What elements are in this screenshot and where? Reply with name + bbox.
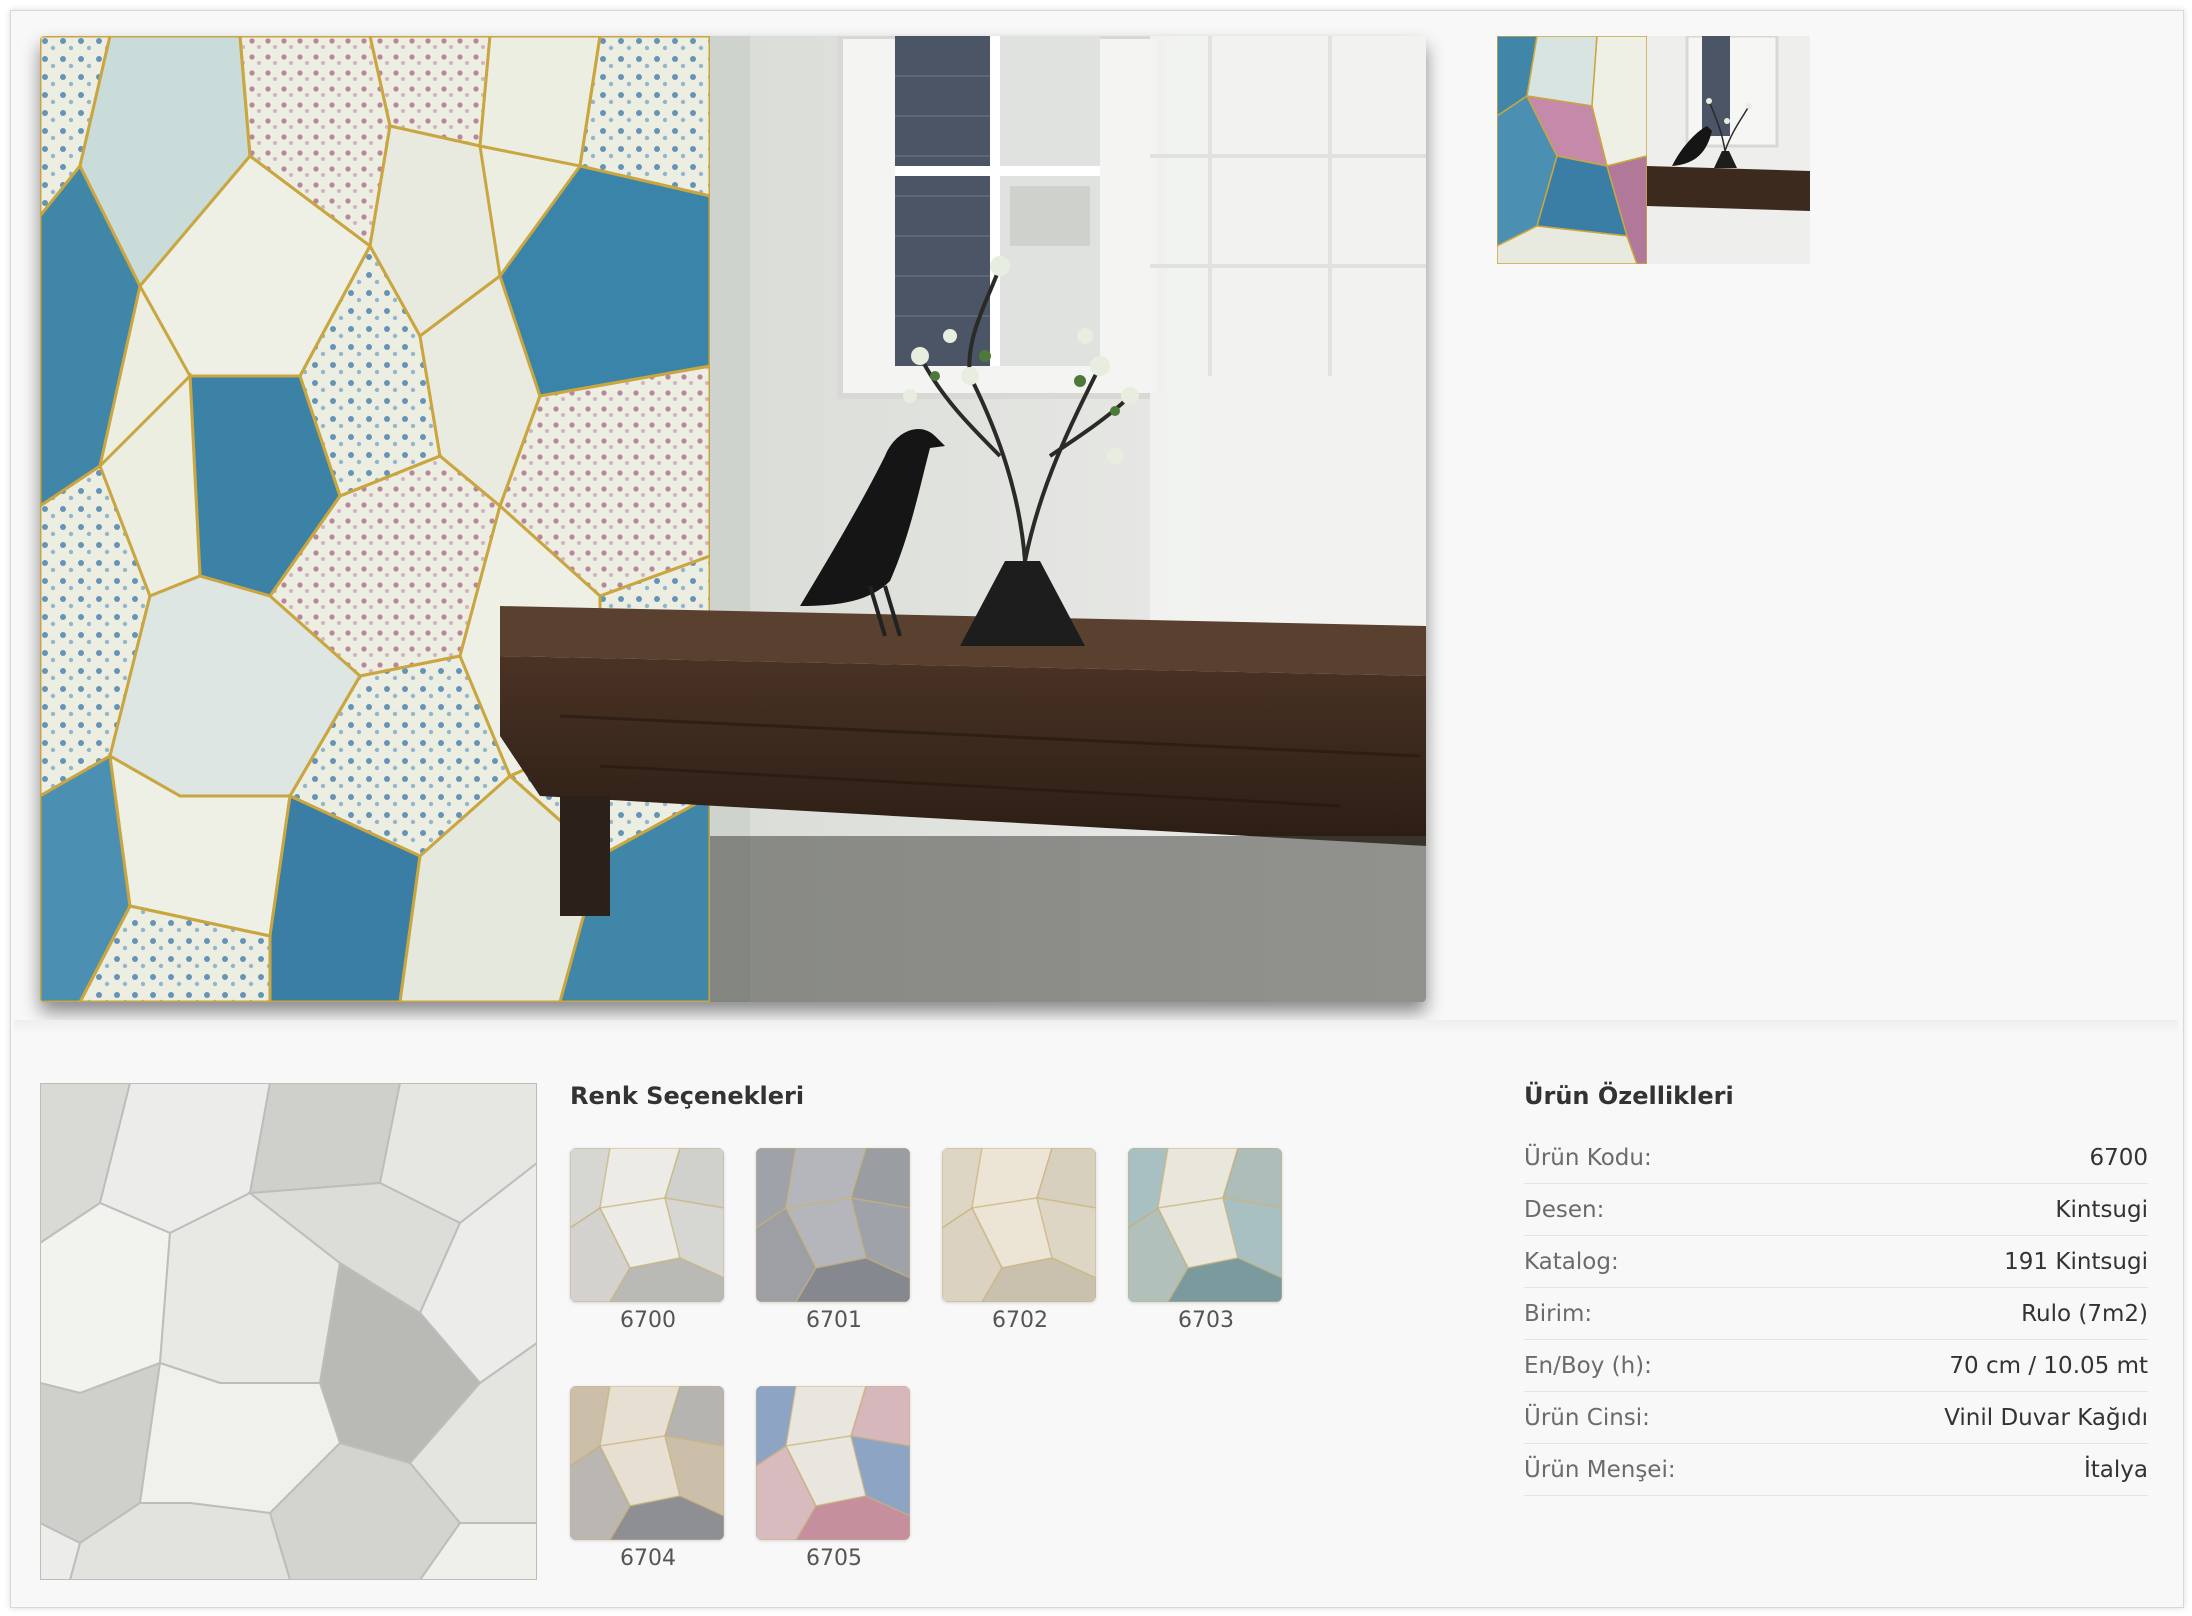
color-options-title: Renk Seçenekleri xyxy=(570,1082,805,1110)
color-swatch-image[interactable] xyxy=(570,1386,724,1540)
gallery-thumbnail[interactable] xyxy=(1497,36,1810,264)
property-value: 191 Kintsugi xyxy=(2004,1248,2148,1275)
color-option-code: 6703 xyxy=(1178,1308,1234,1333)
color-option-6702[interactable]: 6702 xyxy=(942,1148,1098,1348)
color-swatch-image[interactable] xyxy=(942,1148,1096,1302)
property-value: İtalya xyxy=(2084,1456,2148,1483)
color-options-grid: 6700 6701 6702 6703 6704 6705 xyxy=(570,1148,1290,1578)
property-value: Rulo (7m2) xyxy=(2021,1300,2148,1327)
color-option-code: 6700 xyxy=(620,1308,676,1333)
property-value: 70 cm / 10.05 mt xyxy=(1949,1352,2148,1379)
property-row: Ürün Cinsi: Vinil Duvar Kağıdı xyxy=(1524,1392,2148,1444)
property-value: Kintsugi xyxy=(2055,1196,2148,1223)
color-swatch-image[interactable] xyxy=(756,1148,910,1302)
section-divider xyxy=(14,1020,2178,1034)
color-swatch-image[interactable] xyxy=(756,1386,910,1540)
property-row: Birim: Rulo (7m2) xyxy=(1524,1288,2148,1340)
property-label: Ürün Menşei: xyxy=(1524,1456,1676,1483)
color-option-6704[interactable]: 6704 xyxy=(570,1386,726,1586)
property-label: Katalog: xyxy=(1524,1248,1619,1275)
product-hero-image[interactable] xyxy=(40,36,1426,1002)
property-label: Birim: xyxy=(1524,1300,1593,1327)
property-label: Desen: xyxy=(1524,1196,1605,1223)
property-row: En/Boy (h): 70 cm / 10.05 mt xyxy=(1524,1340,2148,1392)
property-row: Desen: Kintsugi xyxy=(1524,1184,2148,1236)
color-option-code: 6701 xyxy=(806,1308,862,1333)
property-row: Katalog: 191 Kintsugi xyxy=(1524,1236,2148,1288)
property-value: 6700 xyxy=(2089,1144,2148,1171)
property-row: Ürün Kodu: 6700 xyxy=(1524,1132,2148,1184)
color-swatch-image[interactable] xyxy=(1128,1148,1282,1302)
color-option-6700[interactable]: 6700 xyxy=(570,1148,726,1348)
color-option-6705[interactable]: 6705 xyxy=(756,1386,912,1586)
color-option-6701[interactable]: 6701 xyxy=(756,1148,912,1348)
product-properties-table: Ürün Kodu: 6700 Desen: Kintsugi Katalog: 191 … xyxy=(1524,1132,2148,1496)
property-value: Vinil Duvar Kağıdı xyxy=(1944,1404,2148,1431)
color-option-code: 6704 xyxy=(620,1546,676,1571)
color-option-6703[interactable]: 6703 xyxy=(1128,1148,1284,1348)
color-option-code: 6702 xyxy=(992,1308,1048,1333)
color-option-code: 6705 xyxy=(806,1546,862,1571)
property-label: Ürün Cinsi: xyxy=(1524,1404,1650,1431)
product-properties-title: Ürün Özellikleri xyxy=(1524,1082,1734,1110)
selected-pattern-swatch xyxy=(40,1083,537,1580)
property-label: Ürün Kodu: xyxy=(1524,1144,1652,1171)
property-label: En/Boy (h): xyxy=(1524,1352,1652,1379)
color-swatch-image[interactable] xyxy=(570,1148,724,1302)
property-row: Ürün Menşei: İtalya xyxy=(1524,1444,2148,1496)
